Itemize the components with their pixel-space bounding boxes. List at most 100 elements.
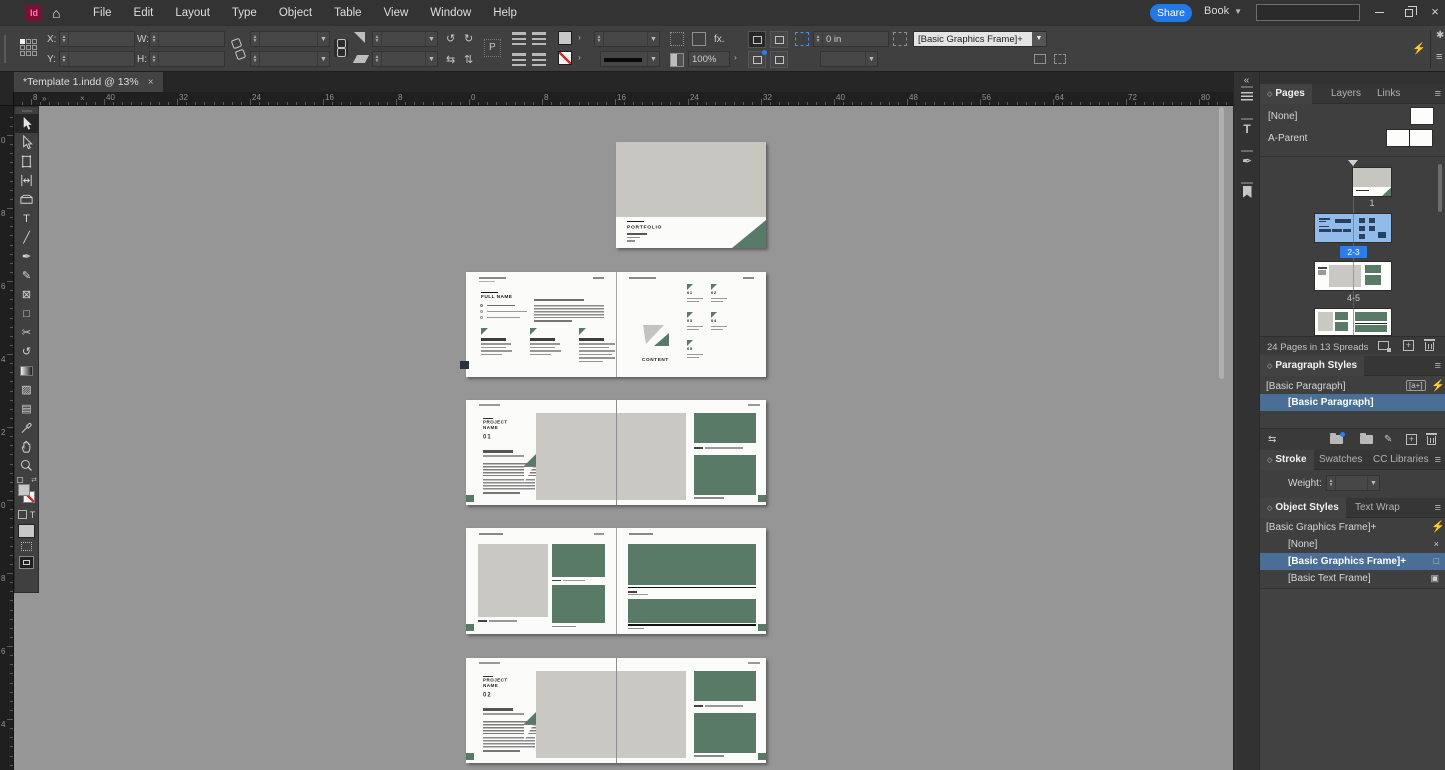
align-icon[interactable] <box>512 32 526 45</box>
stroke-color-swatch[interactable] <box>558 51 572 65</box>
style-row[interactable]: [Basic Text Frame]▣ <box>1260 570 1445 587</box>
quick-apply-icon[interactable]: ⚡ <box>1431 379 1445 392</box>
pages-6-7-thumbnail[interactable] <box>1315 309 1391 335</box>
direct-selection-tool[interactable] <box>15 133 38 152</box>
flip-vertical-icon[interactable]: ⇅ <box>464 53 473 67</box>
master-a-parent-thumbnail-left[interactable] <box>1387 130 1409 146</box>
reference-point-proxy[interactable] <box>20 39 39 58</box>
edit-page-size-icon[interactable] <box>1378 341 1389 350</box>
clear-overrides-icon[interactable] <box>1054 54 1066 64</box>
opacity-flyout-arrow[interactable]: › <box>731 51 740 65</box>
style-badge[interactable]: [a+] <box>1406 380 1426 391</box>
selection-tool[interactable] <box>15 114 38 133</box>
edit-style-icon[interactable]: ✎ <box>1384 433 1392 447</box>
new-page-icon[interactable]: + <box>1403 340 1414 351</box>
stroke-flyout-arrow[interactable]: › <box>575 51 584 65</box>
tab-paragraph-styles[interactable]: ◇Paragraph Styles <box>1260 356 1364 376</box>
fill-color-swatch[interactable] <box>558 31 572 45</box>
fill-indicator[interactable] <box>18 484 30 496</box>
swap-fill-stroke-icon[interactable]: ⇄ <box>31 476 37 484</box>
formatting-container-icon[interactable] <box>18 510 27 519</box>
x-field[interactable]: ▲▼ <box>59 31 135 47</box>
eyedropper-tool[interactable] <box>15 418 38 437</box>
canvas-scrollbar[interactable] <box>1219 107 1224 379</box>
expand-panels-icon[interactable]: « <box>1234 75 1259 86</box>
search-input[interactable] <box>1256 4 1360 21</box>
frame-fitting-icon[interactable] <box>795 32 809 46</box>
share-button[interactable]: Share <box>1150 4 1192 22</box>
panel-menu-icon[interactable]: ≡ <box>1436 50 1442 64</box>
page-tool[interactable] <box>15 152 38 171</box>
master-none-thumbnail[interactable] <box>1411 108 1433 124</box>
tab-object-styles[interactable]: ◇Object Styles <box>1260 498 1346 518</box>
wrap-bounding-box-icon[interactable] <box>748 31 766 48</box>
constrain-dimensions-icon[interactable] <box>233 40 243 58</box>
pages-2-3-label[interactable]: 2-3 <box>1340 246 1367 258</box>
menu-file[interactable]: File <box>82 0 123 26</box>
formatting-text-icon[interactable]: T <box>30 510 36 520</box>
spread-expander-icon[interactable] <box>1348 160 1358 166</box>
menu-view[interactable]: View <box>373 0 420 26</box>
pages-2-3-thumbnail[interactable] <box>1315 214 1391 242</box>
w-field[interactable]: ▲▼ <box>149 31 225 47</box>
note-tool[interactable]: ▤ <box>15 399 38 418</box>
style-row[interactable]: [Basic Graphics Frame]+□ <box>1260 553 1445 570</box>
paragraph-styles-menu-icon[interactable]: ≡ <box>1435 356 1441 376</box>
pages-4-5-thumbnail[interactable] <box>1315 262 1391 290</box>
spread-4-5[interactable]: PROJECT NAME 01 <box>466 400 766 505</box>
tab-pages[interactable]: ◇Pages <box>1260 84 1312 104</box>
spread-2-3[interactable]: FULL NAME CONTENT 0102030405 <box>466 272 766 377</box>
minimize-button[interactable] <box>1368 0 1390 24</box>
pages-panel-menu-icon[interactable]: ≡ <box>1435 84 1441 104</box>
object-styles-menu-icon[interactable]: ≡ <box>1435 498 1441 518</box>
home-icon[interactable]: ⌂ <box>52 4 60 22</box>
pen-tool[interactable]: ✒ <box>15 247 38 266</box>
fill-flyout-arrow[interactable]: › <box>575 31 584 45</box>
gap-tool[interactable] <box>15 171 38 190</box>
master-none-label[interactable]: [None] <box>1268 111 1297 122</box>
vertical-ruler[interactable]: 086420864 <box>0 106 14 770</box>
drop-shadow-icon[interactable] <box>748 51 766 68</box>
quick-apply-icon[interactable]: ⚡ <box>1412 42 1426 55</box>
bookmarks-panel-icon[interactable] <box>1234 186 1260 201</box>
apply-gradient-button[interactable] <box>21 542 32 551</box>
y-field[interactable]: ▲▼ <box>59 51 135 67</box>
offset-field[interactable]: ▲▼0 in <box>813 31 889 47</box>
flip-horizontal-icon[interactable]: ⇆ <box>446 53 455 67</box>
rectangle-frame-tool[interactable]: ⊠ <box>15 285 38 304</box>
panel-grip[interactable] <box>4 35 6 63</box>
restore-button[interactable] <box>1398 0 1420 24</box>
toolbar-grip[interactable] <box>15 107 38 114</box>
rotation-angle-field[interactable]: ▲▼▼ <box>372 31 438 47</box>
ruler-origin[interactable] <box>0 92 14 106</box>
rectangle-tool[interactable]: □ <box>15 304 38 323</box>
hand-tool[interactable] <box>15 437 38 456</box>
default-fill-stroke-icon[interactable] <box>17 477 23 483</box>
scale-x-field[interactable]: ▲▼▼ <box>250 31 330 47</box>
gradient-feather-tool[interactable]: ▨ <box>15 380 38 399</box>
style-row[interactable]: [Basic Paragraph] <box>1260 394 1445 411</box>
pages-4-5-label[interactable]: 4-5 <box>1340 293 1367 303</box>
menu-help[interactable]: Help <box>482 0 528 26</box>
tab-swatches[interactable]: Swatches <box>1312 450 1369 470</box>
delete-style-icon[interactable] <box>1427 436 1436 445</box>
rotate-ccw-icon[interactable]: ↺ <box>446 32 455 46</box>
master-a-parent-thumbnail-right[interactable] <box>1410 130 1432 146</box>
corner-options-icon[interactable] <box>670 32 684 46</box>
fill-stroke-widget[interactable]: ⇄ <box>15 477 38 507</box>
style-override-icon[interactable] <box>1034 54 1046 64</box>
corner-shape-icon[interactable] <box>692 32 706 46</box>
zoom-tool[interactable] <box>15 456 38 475</box>
new-style-icon[interactable]: + <box>1406 434 1417 445</box>
style-group-folder-icon[interactable] <box>1360 435 1373 444</box>
h-field[interactable]: ▲▼ <box>149 51 225 67</box>
distribute-icon[interactable] <box>532 32 546 45</box>
opacity-field[interactable]: 100% <box>688 51 730 67</box>
stroke-panel-menu-icon[interactable]: ≡ <box>1435 450 1441 470</box>
wrap-object-shape-icon[interactable] <box>770 31 788 48</box>
stroke-type-field[interactable]: ▼ <box>600 51 660 67</box>
paragraph-styles-panel-icon[interactable] <box>1234 91 1260 105</box>
close-button[interactable]: × <box>1424 0 1445 24</box>
character-styles-panel-icon[interactable]: T <box>1234 122 1260 136</box>
canvas[interactable]: PORTFOLIO FULL NAME CONTENT 0102030405 P… <box>14 106 1233 770</box>
